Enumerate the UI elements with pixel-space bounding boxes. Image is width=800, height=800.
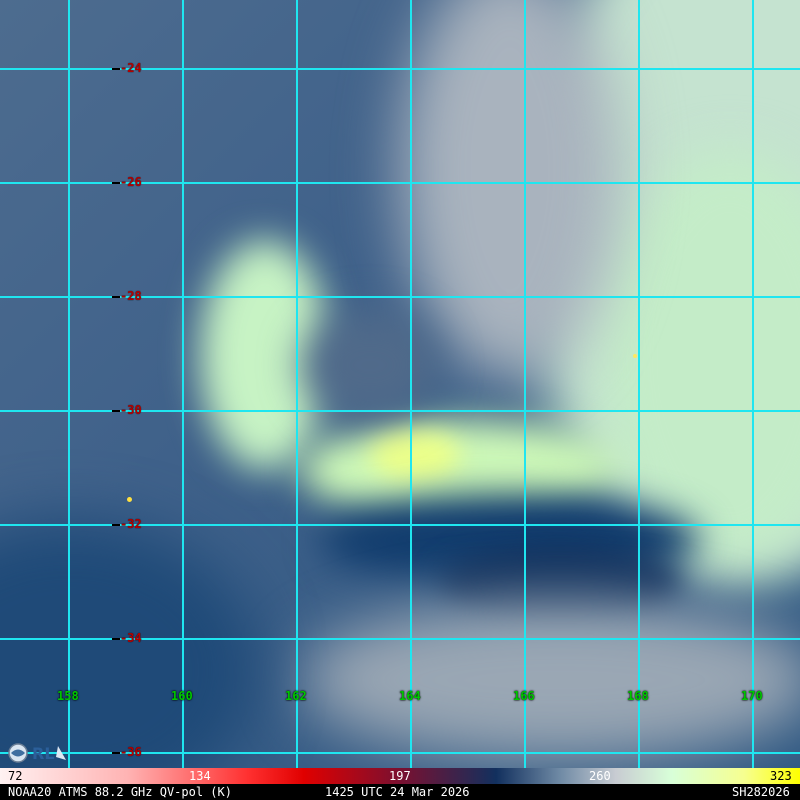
lon-label: 162 xyxy=(285,689,307,703)
colorbar-tick-label: 197 xyxy=(389,769,411,783)
instrument-label: NOAA20 ATMS 88.2 GHz QV-pol (K) xyxy=(8,785,232,799)
colorbar-tick-label: 323 xyxy=(770,769,792,783)
lon-line xyxy=(410,0,412,768)
lat-tick xyxy=(112,638,120,640)
grey-band-southeast xyxy=(300,600,800,760)
lat-label: -36 xyxy=(120,745,142,759)
colorbar-tick-label: 260 xyxy=(589,769,611,783)
lon-line xyxy=(296,0,298,768)
lon-label: 158 xyxy=(57,689,79,703)
timestamp-label: 1425 UTC 24 Mar 2026 xyxy=(325,785,470,799)
lat-tick xyxy=(112,68,120,70)
lon-label: 164 xyxy=(399,689,421,703)
agency-logo-icon: RL xyxy=(8,743,66,763)
lon-line xyxy=(182,0,184,768)
lat-label: -34 xyxy=(120,631,142,645)
lat-tick xyxy=(112,182,120,184)
colorbar-tick-label: 134 xyxy=(189,769,211,783)
lat-label: -28 xyxy=(120,289,142,303)
lon-label: 166 xyxy=(513,689,535,703)
lon-line xyxy=(752,0,754,768)
lon-label: 170 xyxy=(741,689,763,703)
lat-label: -32 xyxy=(120,517,142,531)
lon-line xyxy=(638,0,640,768)
cold-region-north xyxy=(300,310,440,420)
svg-text:RL: RL xyxy=(32,744,55,763)
island-marker xyxy=(633,354,637,358)
storm-id-label: SH282026 xyxy=(732,785,790,799)
lat-tick xyxy=(112,410,120,412)
lon-line xyxy=(68,0,70,768)
lon-line xyxy=(524,0,526,768)
lat-tick xyxy=(112,524,120,526)
lat-label: -24 xyxy=(120,61,142,75)
lon-label: 168 xyxy=(627,689,649,703)
lat-label: -26 xyxy=(120,175,142,189)
microwave-image: -24 -26 -28 -30 -32 -34 -36 158 160 162 … xyxy=(0,0,800,768)
lat-tick xyxy=(112,752,120,754)
satellite-image-viewer: { "grid": { "latitudes": ["-24", "-26", … xyxy=(0,0,800,800)
footer-caption: NOAA20 ATMS 88.2 GHz QV-pol (K) 1425 UTC… xyxy=(0,784,800,800)
lat-label: -30 xyxy=(120,403,142,417)
bright-spot xyxy=(370,430,460,480)
island-marker xyxy=(127,497,132,502)
lat-tick xyxy=(112,296,120,298)
colorbar-tick-label: 72 xyxy=(8,769,23,783)
lon-label: 160 xyxy=(171,689,193,703)
